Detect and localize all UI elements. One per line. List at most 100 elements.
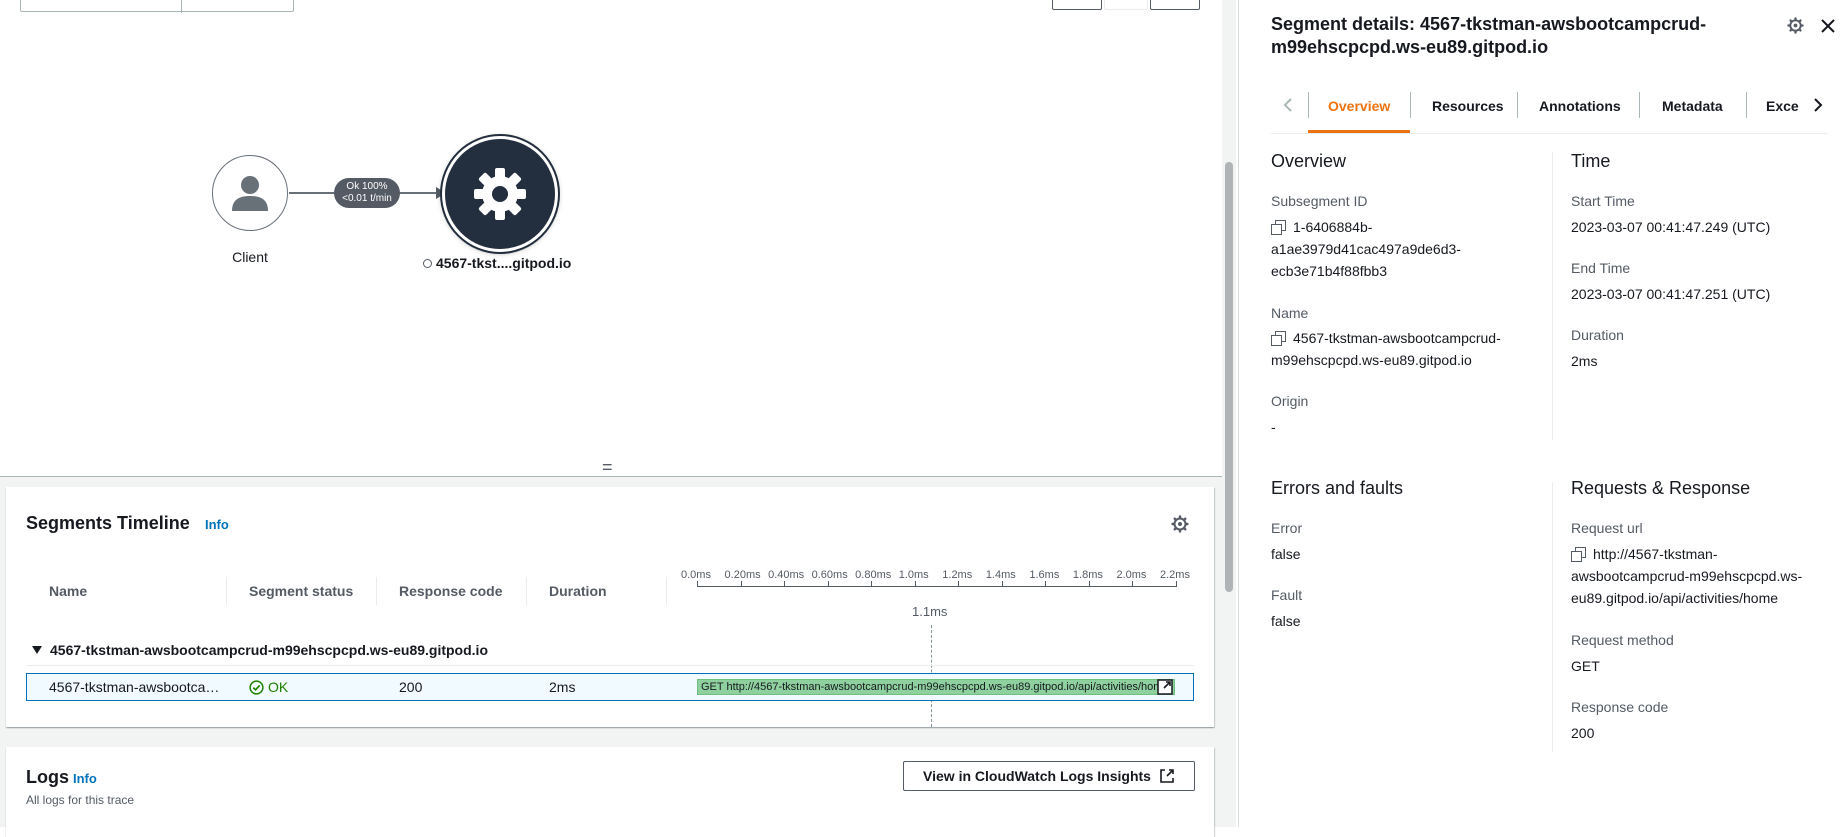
service-node-caption: 4567-tkst....gitpod.io: [423, 255, 593, 271]
resize-handle[interactable]: =: [602, 458, 613, 476]
external-link-icon[interactable]: [1157, 679, 1173, 695]
time-axis-tick-label: 1.0ms: [898, 569, 929, 581]
tab-separator: [1639, 92, 1640, 118]
time-axis-tick-label: 1.8ms: [1072, 569, 1103, 581]
request-url-label: Request url: [1571, 520, 1643, 536]
timeline-title: Segments Timeline: [26, 513, 190, 533]
logs-panel: Logs Info All logs for this trace View i…: [6, 747, 1214, 837]
tab-separator: [1517, 92, 1518, 118]
edge-label[interactable]: Ok 100% <0.01 t/min: [334, 178, 400, 208]
fault-label: Fault: [1271, 587, 1303, 603]
view-in-cloudwatch-label: View in CloudWatch Logs Insights: [923, 768, 1151, 784]
row-divider: [26, 665, 1194, 666]
column-divider: [666, 577, 667, 605]
client-node[interactable]: [212, 155, 288, 231]
segment-group-row[interactable]: 4567-tkstman-awsbootcampcrud-m99ehscpcpd…: [32, 642, 488, 658]
segment-details-panel: Segment details: 4567-tkstman-awsbootcam…: [1239, 0, 1840, 827]
column-header-name[interactable]: Name: [49, 583, 87, 599]
timeline-info-link[interactable]: Info: [205, 517, 229, 532]
column-header-duration[interactable]: Duration: [549, 583, 607, 599]
segments-timeline-panel: Segments Timeline Info Name Segment stat…: [6, 487, 1214, 727]
response-code-label: Response code: [1571, 699, 1669, 715]
fault-value: false: [1271, 613, 1301, 629]
status-dot-icon: [423, 258, 432, 268]
map-control-button[interactable]: [1052, 0, 1102, 10]
errors-heading: Errors and faults: [1271, 478, 1404, 498]
logs-info-link[interactable]: Info: [73, 771, 97, 786]
service-map[interactable]: Ok 100% <0.01 t/min Client 4567-tkst....…: [0, 0, 1222, 476]
time-cursor-label: 1.1ms: [912, 604, 948, 619]
time-axis-tick-label: 0.80ms: [855, 569, 892, 581]
column-divider: [1552, 482, 1553, 752]
client-node-label: Client: [232, 249, 268, 265]
tab-separator: [1746, 92, 1747, 118]
time-axis-tick-label: 0.60ms: [811, 569, 848, 581]
end-time-value: 2023-03-07 00:41:47.251 (UTC): [1571, 286, 1771, 302]
duration-value: 2ms: [1571, 353, 1598, 369]
name-label: Name: [1271, 305, 1309, 321]
start-time-value: 2023-03-07 00:41:47.249 (UTC): [1571, 219, 1771, 235]
external-link-icon: [1160, 769, 1174, 783]
row-name: 4567-tkstman-awsbootcampcrud-m99ehscpcpd…: [49, 679, 229, 695]
response-code-value: 200: [1571, 725, 1595, 741]
tab-metadata[interactable]: Metadata: [1662, 98, 1723, 114]
logs-subtitle: All logs for this trace: [26, 793, 135, 807]
chevron-right-icon[interactable]: [1812, 97, 1824, 113]
view-in-cloudwatch-button[interactable]: View in CloudWatch Logs Insights: [903, 761, 1195, 791]
copy-icon[interactable]: [1271, 331, 1286, 346]
chevron-left-icon[interactable]: [1282, 97, 1294, 113]
time-axis-tick: [1176, 581, 1177, 587]
requests-heading: Requests & Response: [1571, 478, 1751, 498]
time-axis-tick-label: 1.6ms: [1029, 569, 1060, 581]
error-label: Error: [1271, 520, 1303, 536]
column-header-status[interactable]: Segment status: [249, 583, 353, 599]
name-value: 4567-tkstman-awsbootcampcrud- m99ehscpcp…: [1271, 330, 1501, 368]
origin-label: Origin: [1271, 393, 1309, 409]
scrollbar-thumb[interactable]: [1225, 162, 1233, 592]
origin-value: -: [1271, 419, 1276, 435]
time-axis-tick-label: 0.0ms: [681, 569, 711, 581]
request-method-label: Request method: [1571, 632, 1674, 648]
settings-gear-icon[interactable]: [1171, 515, 1189, 533]
check-circle-icon: [249, 679, 264, 695]
caret-down-icon[interactable]: [32, 646, 42, 654]
map-control-button[interactable]: [1150, 0, 1200, 10]
tab-exceptions[interactable]: Exce: [1766, 98, 1818, 114]
tab-overview[interactable]: Overview: [1328, 98, 1390, 114]
segment-group-name: 4567-tkstman-awsbootcampcrud-m99ehscpcpd…: [50, 642, 488, 658]
request-url-value: http://4567-tkstman- awsbootcampcrud-m99…: [1571, 546, 1803, 606]
overview-heading: Overview: [1271, 151, 1347, 171]
row-response-code: 200: [399, 679, 423, 695]
settings-gear-icon[interactable]: [1787, 17, 1804, 34]
subsegment-id-label: Subsegment ID: [1271, 193, 1368, 209]
table-row[interactable]: 4567-tkstman-awsbootcampcrud-m99ehscpcpd…: [26, 673, 1194, 701]
gear-icon: [474, 168, 526, 220]
row-status-text: OK: [268, 679, 289, 695]
lower-panels: Segments Timeline Info Name Segment stat…: [0, 476, 1222, 837]
time-axis-line: [697, 586, 1176, 587]
time-axis-tick-label: 0.40ms: [768, 569, 805, 581]
column-divider: [1552, 152, 1553, 440]
error-value: false: [1271, 546, 1301, 562]
time-heading: Time: [1571, 151, 1611, 171]
column-header-response-code[interactable]: Response code: [399, 583, 502, 599]
start-time-label: Start Time: [1571, 193, 1635, 209]
tabs-divider: [1271, 133, 1827, 134]
end-time-label: End Time: [1571, 260, 1631, 276]
tab-resources[interactable]: Resources: [1432, 98, 1504, 114]
row-status: OK: [249, 679, 288, 695]
copy-icon[interactable]: [1571, 547, 1586, 562]
service-node[interactable]: [442, 136, 558, 252]
trace-filter-input[interactable]: [20, 0, 294, 13]
copy-icon[interactable]: [1271, 220, 1286, 235]
time-axis-tick-label: 1.2ms: [942, 569, 973, 581]
close-icon[interactable]: [1820, 18, 1836, 34]
time-axis-tick-label: 1.4ms: [985, 569, 1016, 581]
segment-bar[interactable]: GET http://4567-tkstman-awsbootcampcrud-…: [697, 679, 1175, 695]
tab-annotations[interactable]: Annotations: [1539, 98, 1621, 114]
map-control-button[interactable]: [1104, 0, 1148, 10]
subsegment-id-value: 1-6406884b- a1ae3979d41cac497a9de6d3- ec…: [1271, 219, 1461, 279]
column-divider: [526, 577, 527, 605]
user-icon: [232, 176, 268, 211]
column-divider: [376, 577, 377, 605]
